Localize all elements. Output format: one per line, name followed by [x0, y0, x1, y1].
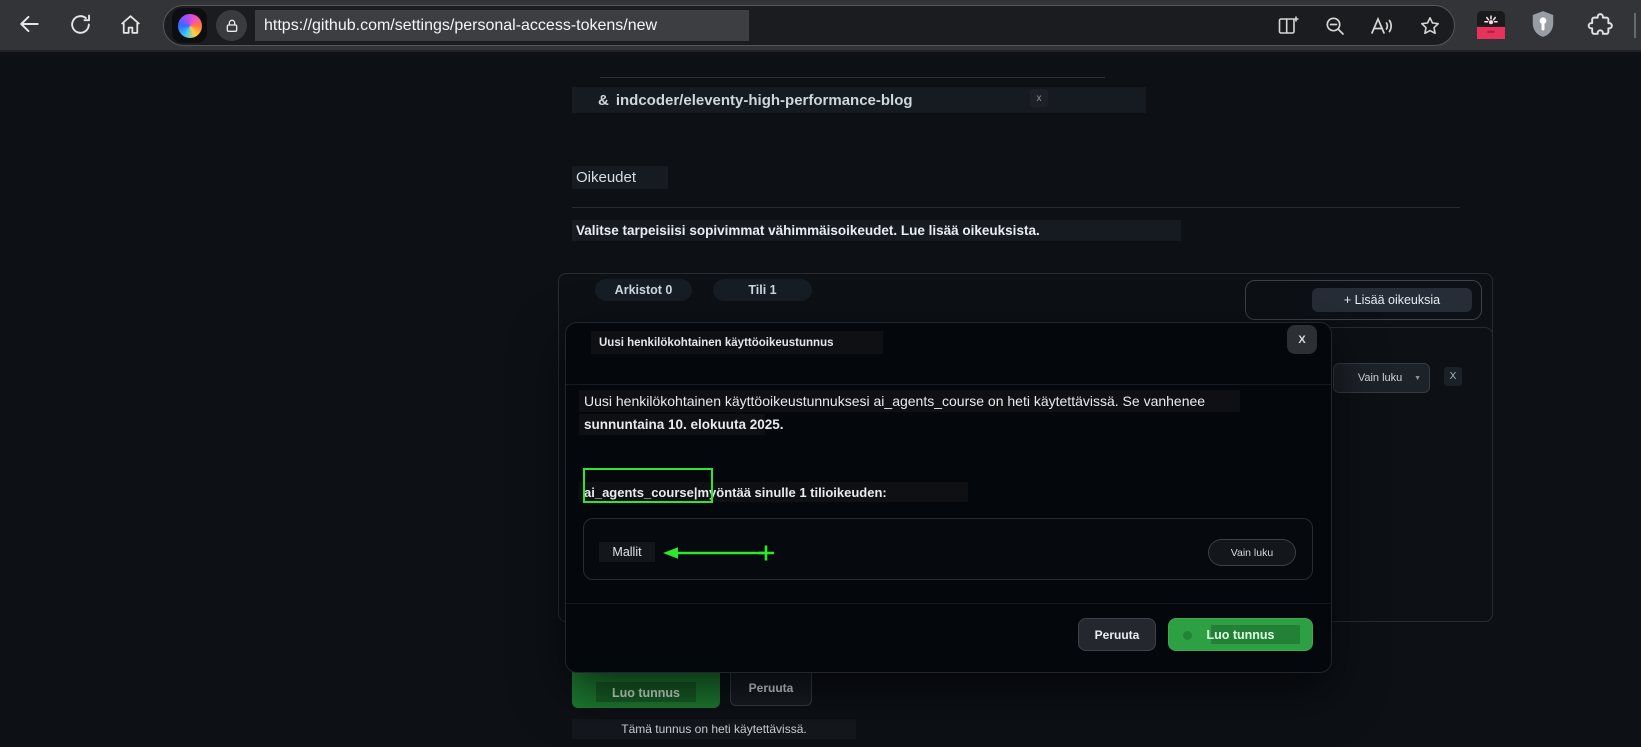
- star-icon: [1421, 17, 1439, 35]
- copilot-icon: [177, 13, 202, 38]
- permissions-description: Valitse tarpeisiisi sopivimmat vähimmäis…: [572, 220, 1181, 241]
- split-screen-icon: [1278, 16, 1299, 34]
- modal-create-dot: [1183, 631, 1192, 640]
- modal-create-button[interactable]: Luo tunnus: [1168, 618, 1313, 651]
- tab-repositories[interactable]: Arkistot 0: [595, 279, 692, 301]
- modal-header-divider: [566, 384, 1331, 385]
- toolbar-divider: [1634, 13, 1636, 38]
- zoom-out-button[interactable]: [1322, 13, 1348, 39]
- read-aloud-icon: [1371, 16, 1392, 34]
- modal-body-line2: sunnuntaina 10. elokuuta 2025.: [579, 414, 784, 435]
- new-token-modal: Uusi henkilökohtainen käyttöoikeustunnus…: [565, 322, 1332, 673]
- security-shield-button[interactable]: [1529, 10, 1557, 38]
- site-security-button[interactable]: [216, 10, 247, 41]
- grant-text: myöntää sinulle 1 tilioikeuden:: [697, 484, 887, 500]
- toolbar-edge: [0, 50, 1641, 52]
- home-icon: [120, 14, 140, 34]
- permissions-heading: Oikeudet: [572, 166, 668, 189]
- repo-name: indcoder/eleventy-high-performance-blog: [615, 91, 913, 109]
- selected-repo-chip: & indcoder/eleventy-high-performance-blo…: [572, 87, 1146, 113]
- url-input[interactable]: https://github.com/settings/personal-acc…: [255, 10, 749, 41]
- zoom-out-icon: [1326, 17, 1344, 35]
- repo-icon: &: [598, 91, 609, 109]
- extension-red-icon: [1477, 11, 1505, 39]
- modal-footer-divider: [566, 603, 1331, 604]
- annotation-arrow: [663, 545, 774, 561]
- back-button[interactable]: [15, 10, 43, 38]
- top-divider: [600, 77, 1105, 78]
- access-level-select[interactable]: Vain luku ▼: [1333, 363, 1430, 393]
- shield-icon: [1532, 11, 1554, 37]
- chevron-down-icon: ▼: [1414, 374, 1421, 382]
- back-icon: [20, 15, 39, 33]
- remove-permission-button[interactable]: X: [1444, 367, 1462, 386]
- read-aloud-button[interactable]: [1369, 13, 1395, 39]
- modal-cancel-button[interactable]: Peruuta: [1078, 618, 1156, 651]
- section-divider: [572, 207, 1460, 208]
- home-button[interactable]: [116, 10, 144, 38]
- modal-close-button[interactable]: X: [1287, 325, 1317, 354]
- modal-body-line1: Uusi henkilökohtainen käyttöoikeustunnuk…: [579, 390, 1240, 412]
- permission-label: Mallit: [599, 542, 655, 562]
- annotation-box: [583, 468, 713, 503]
- remove-repo-button[interactable]: x: [1030, 89, 1048, 107]
- copilot-button[interactable]: [172, 8, 207, 43]
- access-level-value: Vain luku: [1357, 372, 1403, 384]
- url-text: https://github.com/settings/personal-acc…: [264, 16, 658, 34]
- add-permissions-button[interactable]: + Lisää oikeuksia: [1312, 288, 1472, 312]
- tab-account[interactable]: Tili 1: [713, 279, 812, 301]
- browser-toolbar: https://github.com/settings/personal-acc…: [0, 0, 1641, 52]
- extension-red-button[interactable]: [1477, 11, 1505, 39]
- modal-create-label: Luo tunnus: [1206, 627, 1275, 642]
- page-create-token-label: Luo tunnus: [611, 686, 681, 700]
- lock-icon: [226, 19, 237, 32]
- extensions-button[interactable]: [1586, 11, 1614, 39]
- refresh-button[interactable]: [66, 10, 94, 38]
- refresh-icon: [70, 14, 90, 34]
- token-availability-note: Tämä tunnus on heti käytettävissä.: [572, 719, 856, 739]
- puzzle-icon: [1587, 12, 1613, 35]
- permission-access-pill[interactable]: Vain luku: [1208, 539, 1296, 566]
- permission-card: Mallit Vain luku: [583, 518, 1313, 580]
- split-screen-button[interactable]: [1275, 13, 1301, 39]
- modal-title: Uusi henkilökohtainen käyttöoikeustunnus: [591, 331, 883, 354]
- screenshot-stage: https://github.com/settings/personal-acc…: [0, 0, 1641, 747]
- favorites-button[interactable]: [1417, 13, 1443, 39]
